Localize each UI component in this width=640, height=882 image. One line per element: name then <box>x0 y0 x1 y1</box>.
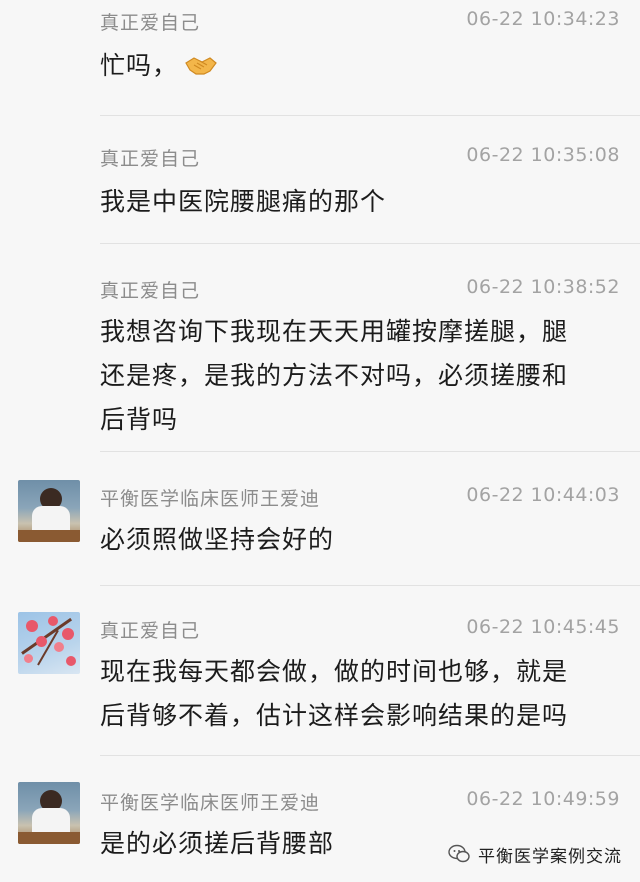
message-time: 06-22 10:35:08 <box>466 144 620 166</box>
message-content: 我想咨询下我现在天天用罐按摩搓腿，腿 还是疼，是我的方法不对吗，必须搓腰和 后背… <box>100 310 620 442</box>
message-line: 后背吗 <box>100 405 179 434</box>
message-item: 真正爱自己 06-22 10:38:52 我想咨询下我现在天天用罐按摩搓腿，腿 … <box>0 244 640 452</box>
sender-name: 平衡医学临床医师王爱迪 <box>100 792 321 814</box>
message-time: 06-22 10:45:45 <box>466 616 620 638</box>
message-time: 06-22 10:49:59 <box>466 788 620 810</box>
message-time: 06-22 10:38:52 <box>466 276 620 298</box>
message-text: 是的必须搓后背腰部 <box>100 829 335 858</box>
message-content: 忙吗， <box>100 44 620 88</box>
message-item: 真正爱自己 06-22 10:35:08 我是中医院腰腿痛的那个 <box>0 116 640 244</box>
message-line: 还是疼，是我的方法不对吗，必须搓腰和 <box>100 361 569 390</box>
message-content: 现在我每天都会做，做的时间也够，就是 后背够不着，估计这样会影响结果的是吗 <box>100 650 620 738</box>
watermark-text: 平衡医学案例交流 <box>478 846 622 867</box>
sender-name: 真正爱自己 <box>100 280 201 302</box>
message-time: 06-22 10:44:03 <box>466 484 620 506</box>
doctor-avatar[interactable] <box>18 782 80 844</box>
sender-name: 真正爱自己 <box>100 12 201 34</box>
message-text: 我是中医院腰腿痛的那个 <box>100 187 387 216</box>
message-item: 真正爱自己 06-22 10:45:45 现在我每天都会做，做的时间也够，就是 … <box>0 586 640 756</box>
handshake-icon <box>185 57 217 75</box>
wechat-icon <box>448 844 470 863</box>
watermark: 平衡医学案例交流 <box>448 840 622 868</box>
sender-name: 真正爱自己 <box>100 148 201 170</box>
message-text: 忙吗， <box>100 51 179 80</box>
message-item: 真正爱自己 06-22 10:34:23 忙吗， <box>0 0 640 120</box>
message-time: 06-22 10:34:23 <box>466 8 620 30</box>
message-line: 现在我每天都会做，做的时间也够，就是 <box>100 657 569 686</box>
sender-name: 真正爱自己 <box>100 620 201 642</box>
message-line: 后背够不着，估计这样会影响结果的是吗 <box>100 701 569 730</box>
flower-avatar[interactable] <box>18 612 80 674</box>
message-text: 必须照做坚持会好的 <box>100 525 335 554</box>
doctor-avatar[interactable] <box>18 480 80 542</box>
sender-name: 平衡医学临床医师王爱迪 <box>100 488 321 510</box>
message-item: 平衡医学临床医师王爱迪 06-22 10:44:03 必须照做坚持会好的 <box>0 452 640 586</box>
message-line: 我想咨询下我现在天天用罐按摩搓腿，腿 <box>100 317 569 346</box>
